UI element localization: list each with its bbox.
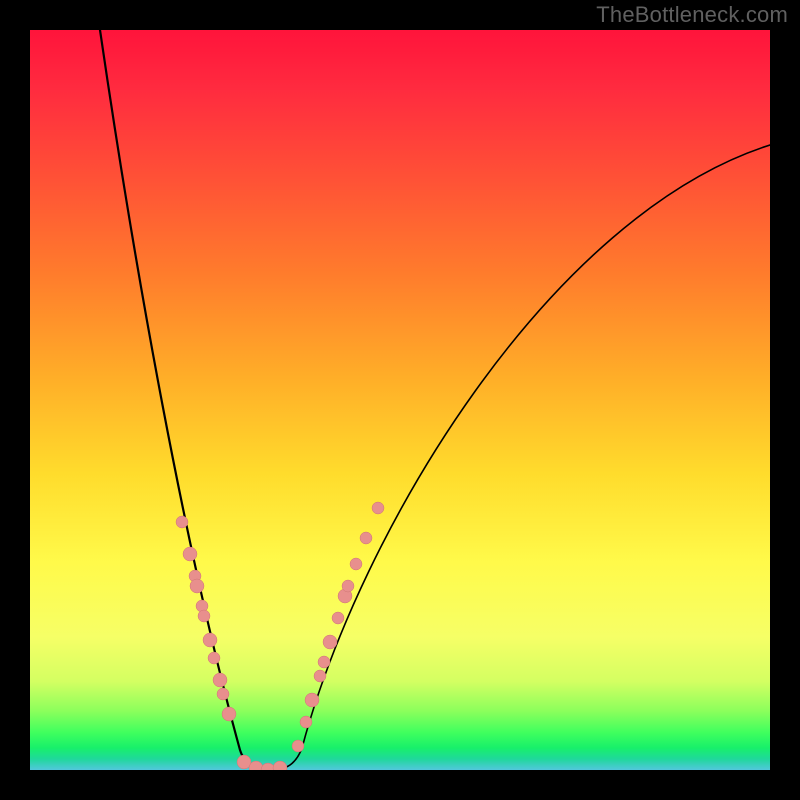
data-point [203, 633, 217, 647]
data-point [198, 610, 210, 622]
data-point [360, 532, 372, 544]
data-point [332, 612, 344, 624]
data-point [350, 558, 362, 570]
data-point [213, 673, 227, 687]
data-point [342, 580, 354, 592]
data-point [222, 707, 236, 721]
curve-layer [30, 30, 770, 770]
valley-right-curve [272, 145, 770, 770]
data-point [217, 688, 229, 700]
data-point [292, 740, 304, 752]
data-point [176, 516, 188, 528]
data-points-group [176, 502, 384, 770]
plot-area [30, 30, 770, 770]
data-point [183, 547, 197, 561]
data-point [314, 670, 326, 682]
data-point [300, 716, 312, 728]
data-point [208, 652, 220, 664]
watermark-text: TheBottleneck.com [596, 2, 788, 28]
data-point [273, 761, 287, 770]
data-point [372, 502, 384, 514]
data-point [318, 656, 330, 668]
data-point [190, 579, 204, 593]
data-point [305, 693, 319, 707]
chart-frame: TheBottleneck.com [0, 0, 800, 800]
data-point [323, 635, 337, 649]
valley-left-curve [100, 30, 272, 770]
